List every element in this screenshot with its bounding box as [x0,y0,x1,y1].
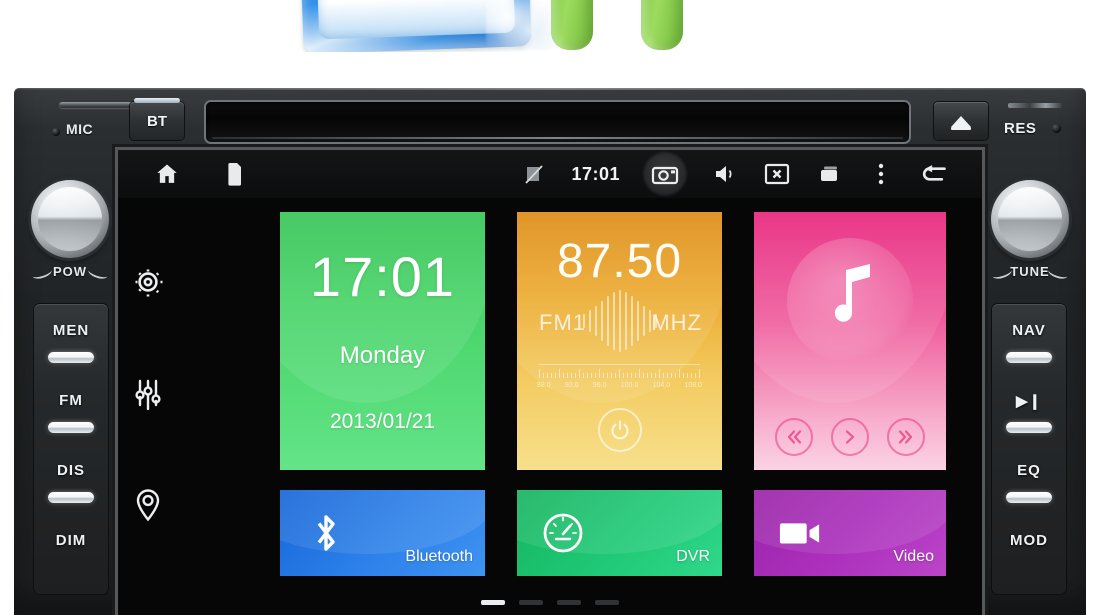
eject-button[interactable] [934,102,988,140]
car-head-unit: MIC BT RES POW TUNE MEN FM DIS DIM NAV ▶… [14,88,1086,615]
previous-track-icon[interactable] [775,418,813,456]
button-fm[interactable]: FM [34,392,108,409]
gear-icon[interactable] [128,262,168,302]
tile-dvr[interactable]: DVR [517,490,722,576]
bt-button-label: BT [147,113,167,130]
eject-icon [951,115,971,127]
button-men[interactable]: MEN [34,322,108,339]
led-strip-2 [1006,422,1052,433]
next-track-icon[interactable] [887,418,925,456]
camcorder-icon [778,511,822,555]
speedometer-icon [541,511,585,555]
tile-label: DVR [676,548,710,565]
radio-band: FM1 [539,310,586,335]
clock-time: 17:01 [309,245,456,308]
screenshot-root: MIC BT RES POW TUNE MEN FM DIS DIM NAV ▶… [0,0,1100,615]
radio-unit: MHZ [651,310,702,335]
tile-clock[interactable]: 17:01 Monday 2013/01/21 [280,212,485,470]
home-icon[interactable] [152,159,182,189]
bt-button[interactable]: BT [130,98,184,140]
back-icon[interactable] [918,159,948,189]
android-status-bar: 17:01 [118,150,982,198]
decorative-products [0,0,1100,52]
led-strip-2 [48,422,94,433]
button-dis[interactable]: DIS [34,462,108,479]
tile-music[interactable] [754,212,946,470]
tile-video[interactable]: Video [754,490,946,576]
status-time: 17:01 [571,163,620,184]
button-mod[interactable]: MOD [992,532,1066,549]
camera-icon[interactable] [642,151,688,197]
button-play-pause[interactable]: ▶❙ [992,392,1066,410]
radio-waveform [583,290,657,352]
music-note-icon [822,264,878,335]
top-bezel: MIC BT RES [14,88,1086,150]
tile-bluetooth[interactable]: Bluetooth [280,490,485,576]
led-strip-3 [1006,492,1052,503]
power-icon[interactable] [597,408,642,452]
led-strip-1 [1006,352,1052,363]
tile-radio[interactable]: 87.50 FM1 MHZ 88.0 92.0 96.0 100.0 104.0 108.… [517,212,722,470]
android-robot-leg-left [551,0,593,50]
close-box-icon[interactable] [762,159,792,189]
page-indicator[interactable] [118,600,982,605]
tune-knob-label: TUNE [1010,264,1050,279]
power-volume-knob[interactable]: POW [24,180,116,290]
mic-label: MIC [66,121,94,137]
eject-icon-bar [951,127,971,130]
knob-dial[interactable] [991,180,1069,258]
right-button-column: NAV ▶❙ EQ MOD [992,304,1066,594]
radio-frequency: 87.50 [556,235,683,288]
android-robot-leg-right [641,0,683,50]
bluetooth-icon [304,511,348,555]
radio-scale-ticks [539,364,700,378]
tile-label: Bluetooth [405,548,473,565]
button-nav[interactable]: NAV [992,322,1066,339]
home-tile-grid: 17:01 Monday 2013/01/21 87.50 FM1 MHZ 88… [280,212,946,602]
music-controls [754,418,946,456]
overflow-menu-icon[interactable] [866,159,896,189]
screen-sidebar [118,198,178,615]
button-eq[interactable]: EQ [992,462,1066,479]
clock-date: 2013/01/21 [329,410,436,433]
reset-slit [1008,103,1062,108]
button-dim[interactable]: DIM [34,532,108,549]
clock-day: Monday [339,342,426,369]
recent-apps-icon[interactable] [814,159,844,189]
mute-icon[interactable] [519,159,549,189]
cd-slot[interactable] [206,102,909,142]
sdcard-icon[interactable] [220,159,250,189]
play-icon[interactable] [831,418,869,456]
lcd-screen: 17:01 17:01 Monday 2013/01/21 87.50 FM1 … [118,150,982,615]
res-label: RES [1004,120,1037,137]
led-strip-1 [48,352,94,363]
led-strip-3 [48,492,94,503]
sliders-icon[interactable] [128,373,168,413]
power-knob-label: POW [52,264,88,279]
volume-icon[interactable] [710,159,740,189]
reset-pinhole[interactable] [1052,124,1061,133]
knob-dial[interactable] [31,180,109,258]
tile-label: Video [893,548,934,565]
package-foam [486,0,556,50]
tune-knob[interactable]: TUNE [984,180,1076,290]
radio-scale-labels: 88.0 92.0 96.0 100.0 104.0 108.0 [537,382,702,389]
left-button-column: MEN FM DIS DIM [34,304,108,594]
mic-hole [52,128,60,136]
location-pin-icon[interactable] [128,485,168,525]
